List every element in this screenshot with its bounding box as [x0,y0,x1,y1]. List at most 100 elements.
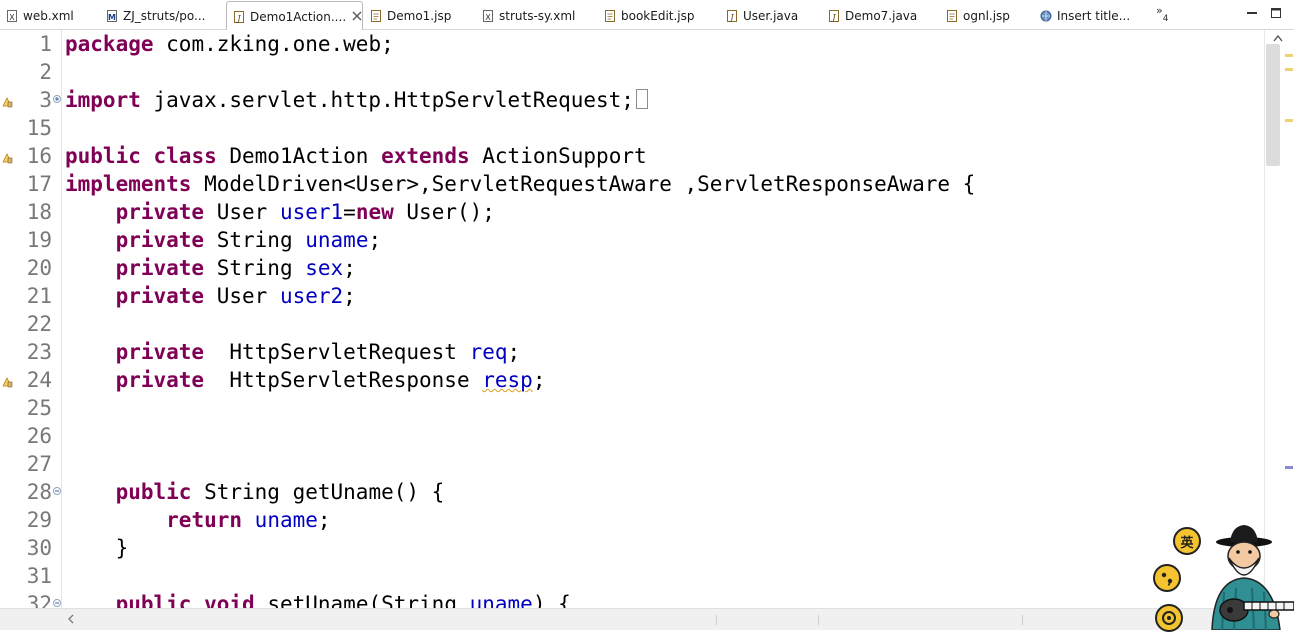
java-file-icon: J [828,9,840,23]
overview-warning-marker[interactable] [1285,119,1293,122]
code-line[interactable]: 27 [0,450,1264,478]
code-line[interactable]: 20 private String sex; [0,254,1264,282]
line-number: 16 [26,144,52,168]
horizontal-scrollbar[interactable] [0,608,1264,630]
chevron-up-icon [1273,34,1283,42]
code-line[interactable]: 29 return uname; [0,506,1264,534]
editor-tab[interactable]: ognl.jsp [940,2,1032,29]
warning-icon[interactable] [2,149,13,164]
vertical-scroll-thumb[interactable] [1266,44,1280,166]
warning-icon[interactable] [2,373,13,388]
code-line[interactable]: 15 [0,114,1264,142]
java-code-editor[interactable]: 1 package com.zking.one.web; 2 3 import java… [0,30,1264,608]
close-icon[interactable] [352,11,362,23]
input-method-mascot[interactable]: 英 [1150,522,1294,632]
tab-overflow-button[interactable]: »4 [1156,4,1168,24]
minimize-icon [1247,12,1257,14]
editor-tab[interactable]: J Demo7.java [822,2,934,29]
code-line[interactable]: 17 implements ModelDriven<User>,ServletRe… [0,170,1264,198]
jsp-file-icon [946,9,958,23]
svg-text:X: X [485,13,491,22]
line-number: 30 [26,536,52,560]
line-number: 15 [26,116,52,140]
maximize-editor-button[interactable] [1270,7,1282,19]
line-number: 17 [26,172,52,196]
scroll-track-divider [1022,615,1023,625]
code-text: private String uname; [115,228,382,252]
line-number: 24 [26,368,52,392]
line-number: 31 [26,564,52,588]
editor-tab[interactable]: bookEdit.jsp [598,2,716,29]
tab-label: struts-sy.xml [499,8,576,23]
line-number: 28 [26,480,52,504]
tab-label: User.java [743,8,799,23]
code-line[interactable]: 31 [0,562,1264,590]
code-line[interactable]: 23 private HttpServletRequest req; [0,338,1264,366]
code-text: private HttpServletResponse resp; [115,368,546,392]
line-number: 2 [39,60,52,84]
svg-text:M: M [108,13,116,22]
collapse-fold-icon[interactable] [53,599,61,607]
editor-tab[interactable]: J Demo1Action.... [226,1,363,31]
scroll-track-divider [818,615,819,625]
java-file-icon: J [233,10,245,24]
editor-tab[interactable]: Insert title... [1034,2,1146,29]
code-text: public String getUname() { [115,480,445,504]
code-line[interactable]: 3 import javax.servlet.http.HttpServletRe… [0,86,1264,114]
overview-warning-marker[interactable] [1285,68,1293,71]
svg-text:X: X [9,13,15,22]
tab-label: Demo7.java [845,8,918,23]
collapse-fold-icon[interactable] [53,487,61,495]
folded-region-marker[interactable] [635,89,648,109]
code-line[interactable]: 2 [0,58,1264,86]
code-line[interactable]: 28 public String getUname() { [0,478,1264,506]
line-number: 23 [26,340,52,364]
line-number: 26 [26,424,52,448]
disc-glyph [1162,611,1176,625]
code-line[interactable]: 1 package com.zking.one.web; [0,30,1264,58]
java-file-icon: J [726,9,738,23]
mascot-character-icon [1211,525,1294,630]
overview-occurrence-marker[interactable] [1285,466,1293,469]
settings-disc-icon[interactable] [1155,604,1183,632]
warning-icon[interactable] [2,93,13,108]
input-mode-label: 英 [1180,535,1194,551]
code-line[interactable]: 18 private User user1=new User(); [0,198,1264,226]
code-text: import javax.servlet.http.HttpServletReq… [65,86,648,114]
code-text: return uname; [166,508,331,532]
line-number: 3 [39,88,52,112]
maximize-icon [1271,8,1281,18]
code-line[interactable]: 32 public void setUname(String uname) { [0,590,1264,608]
tab-label: Demo1Action.... [250,9,347,24]
scroll-left-button[interactable] [66,613,76,625]
editor-tab[interactable]: Xstruts-sy.xml [476,2,596,29]
editor-tab-bar: Xweb.xml M ZJ_struts/po... J Demo1Action....… [0,0,1294,31]
punctuation-icon[interactable] [1153,564,1181,592]
code-line[interactable]: 24 private HttpServletResponse resp; [0,366,1264,394]
editor-tab[interactable]: M ZJ_struts/po... [100,2,225,29]
scroll-up-button[interactable] [1273,33,1283,43]
editor-tab[interactable]: J User.java [720,2,816,29]
code-text: } [65,536,129,560]
overview-warning-marker[interactable] [1285,54,1293,57]
code-text: private HttpServletRequest req; [115,340,521,364]
code-line[interactable]: 30 } [0,534,1264,562]
minimize-editor-button[interactable] [1246,7,1258,19]
line-number: 1 [39,32,52,56]
editor-tab[interactable]: Demo1.jsp [364,2,474,29]
code-line[interactable]: 25 [0,394,1264,422]
code-text: private User user1=new User(); [115,200,495,224]
tab-label: bookEdit.jsp [621,8,695,23]
code-line[interactable]: 19 private String uname; [0,226,1264,254]
code-line[interactable]: 22 [0,310,1264,338]
code-line[interactable]: 21 private User user2; [0,282,1264,310]
expand-fold-icon[interactable] [53,95,61,103]
editor-tab[interactable]: Xweb.xml [0,2,95,29]
code-line[interactable]: 26 [0,422,1264,450]
code-line[interactable]: 16 public class Demo1Action extends Actio… [0,142,1264,170]
code-text: private User user2; [115,284,356,308]
xml-file-icon: X [482,9,494,23]
overflow-chevron-icon: » [1156,4,1163,17]
xml-file-icon: X [6,9,18,23]
line-number: 25 [26,396,52,420]
